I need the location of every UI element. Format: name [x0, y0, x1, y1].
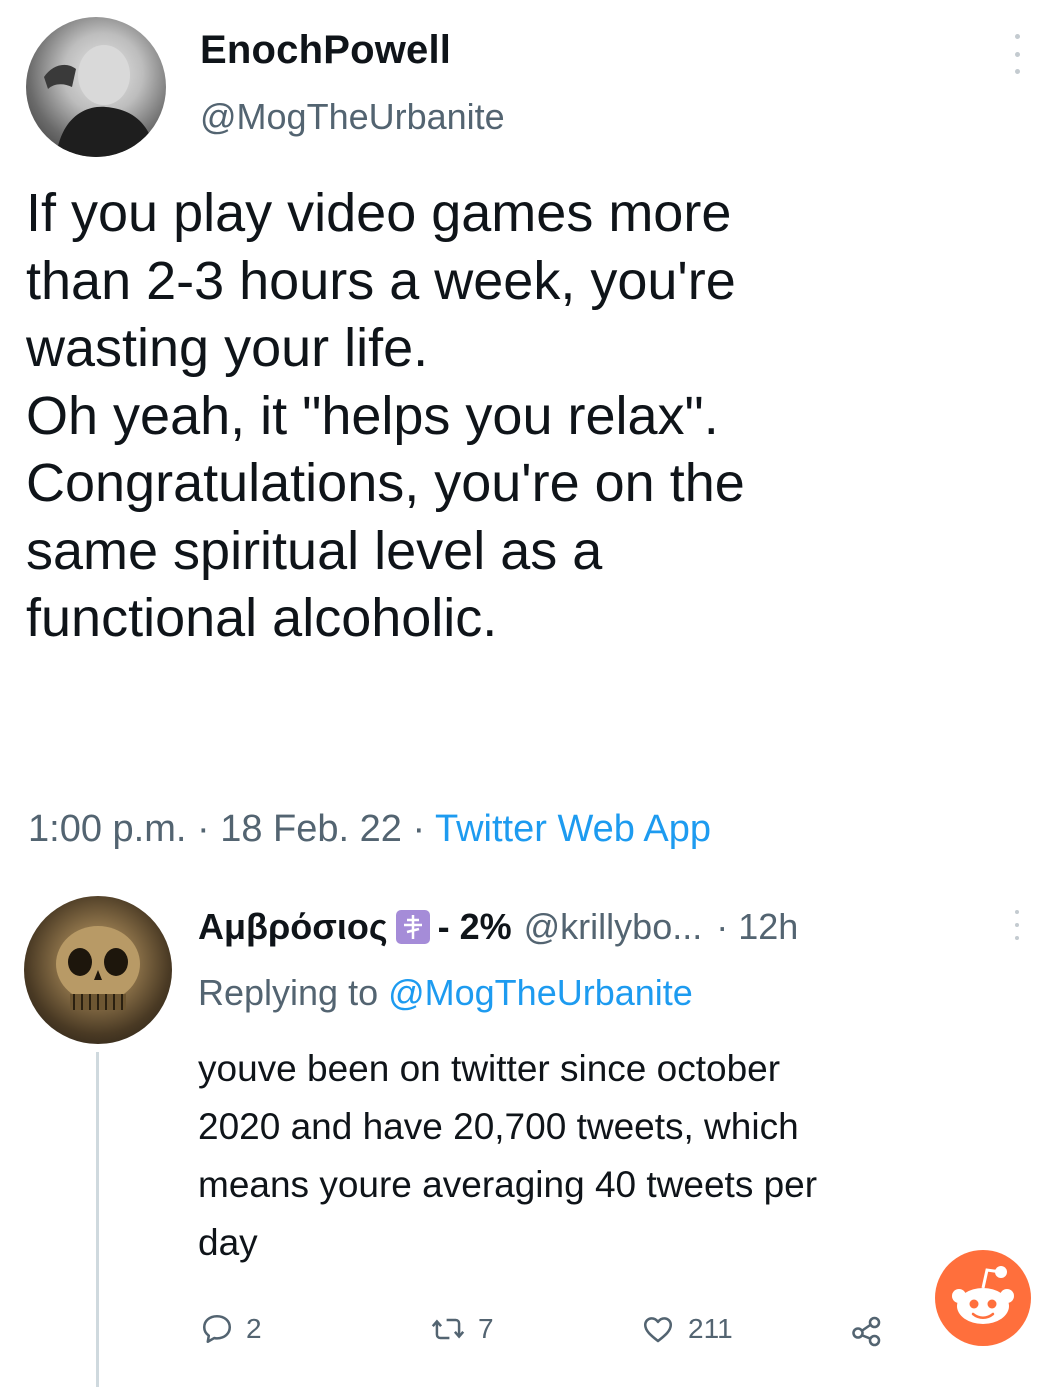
tweet-date[interactable]: 18 Feb. 22 — [220, 808, 402, 850]
like-action[interactable]: 211 — [640, 1312, 733, 1346]
heart-icon — [643, 1317, 673, 1343]
more-options-icon[interactable] — [1010, 34, 1024, 74]
reply-author-name[interactable]: Αμβρόσιος — [198, 906, 388, 948]
tweet-time[interactable]: 1:00 p.m. — [28, 808, 186, 850]
time-separator: · — [716, 906, 729, 947]
reply-time[interactable]: 12h — [738, 906, 798, 948]
author-name[interactable]: EnochPowell — [200, 28, 451, 73]
retweet-icon — [431, 1318, 465, 1340]
retweet-count: 7 — [478, 1313, 494, 1344]
author-handle[interactable]: @MogTheUrbanite — [200, 96, 505, 138]
replying-prefix: Replying to — [198, 972, 389, 1013]
reddit-icon — [935, 1250, 1031, 1346]
share-action[interactable] — [848, 1312, 886, 1348]
tweet-source-link[interactable]: Twitter Web App — [435, 808, 711, 850]
reply-name-suffix: - 2% — [437, 906, 512, 947]
reply-avatar[interactable] — [24, 896, 172, 1044]
share-icon — [852, 1316, 881, 1347]
replying-to: Replying to @MogTheUrbanite — [198, 972, 693, 1014]
replying-to-mention[interactable]: @MogTheUrbanite — [388, 972, 693, 1013]
reply-text: youve been on twitter since october 2020… — [198, 1048, 818, 1263]
like-count: 211 — [688, 1313, 733, 1344]
tweet-meta: 1:00 p.m. · 18 Feb. 22 · Twitter Web App — [28, 808, 711, 851]
orthodox-cross-icon — [395, 910, 430, 944]
comment-icon — [202, 1314, 232, 1344]
author-avatar[interactable] — [26, 17, 166, 157]
meta-separator: · — [401, 808, 435, 850]
reply-more-options-icon[interactable] — [1012, 910, 1022, 940]
reply-header: Αμβρόσιος - 2% @krillybo... · 12h — [198, 906, 798, 948]
reply-author-handle[interactable]: @krillybo... — [524, 906, 703, 948]
tweet-text: If you play video games more than 2-3 ho… — [26, 183, 745, 648]
reply-count: 2 — [246, 1313, 262, 1344]
retweet-action[interactable]: 7 — [430, 1312, 494, 1346]
reply-action[interactable]: 2 — [200, 1312, 262, 1346]
thread-line — [96, 1052, 99, 1387]
meta-separator: · — [186, 808, 221, 850]
